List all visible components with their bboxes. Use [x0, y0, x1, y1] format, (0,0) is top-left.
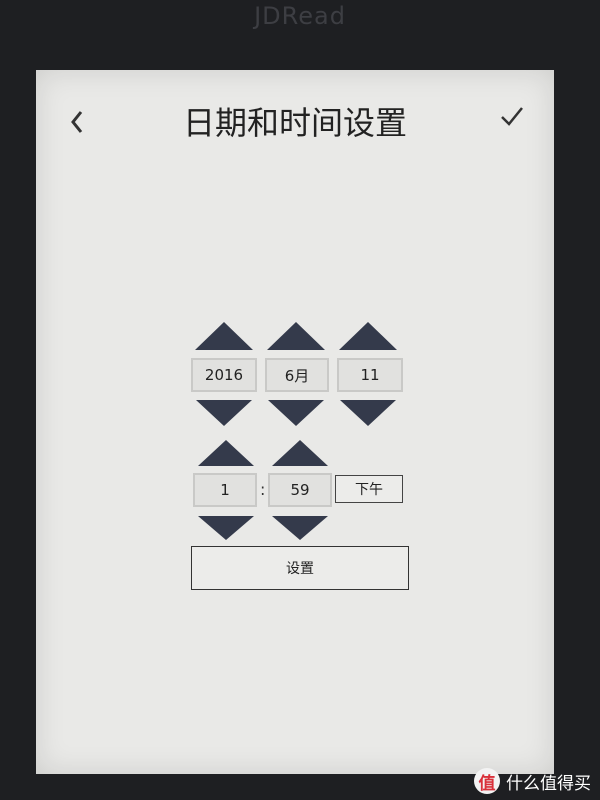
triangle-up-icon: [198, 440, 254, 466]
am-pm-toggle[interactable]: 下午: [335, 475, 403, 503]
checkmark-icon: [501, 107, 523, 126]
watermark-text: 什么值得买: [506, 773, 591, 794]
confirm-button[interactable]: [498, 102, 526, 130]
minute-field[interactable]: 59: [268, 473, 332, 507]
set-button[interactable]: 设置: [191, 546, 409, 590]
eink-screen: 日期和时间设置 2016 6月 11 1 : 59 下午 设置: [36, 70, 554, 774]
month-field[interactable]: 6月: [265, 358, 329, 392]
triangle-down-icon: [198, 516, 254, 540]
year-down-button[interactable]: [196, 400, 252, 426]
page-title: 日期和时间设置: [182, 104, 407, 142]
minute-down-button[interactable]: [272, 516, 328, 540]
triangle-down-icon: [196, 400, 252, 426]
device-brand-logo: JDRead: [254, 2, 346, 30]
hour-field[interactable]: 1: [193, 473, 257, 507]
day-field[interactable]: 11: [337, 358, 403, 392]
triangle-up-icon: [267, 322, 325, 350]
hour-up-button[interactable]: [198, 440, 254, 466]
time-separator: :: [260, 480, 266, 499]
triangle-down-icon: [340, 400, 396, 426]
triangle-down-icon: [268, 400, 324, 426]
year-field[interactable]: 2016: [191, 358, 257, 392]
triangle-up-icon: [339, 322, 397, 350]
minute-up-button[interactable]: [272, 440, 328, 466]
watermark-logo: 值: [474, 768, 500, 794]
month-up-button[interactable]: [267, 322, 325, 350]
triangle-down-icon: [272, 516, 328, 540]
day-up-button[interactable]: [339, 322, 397, 350]
year-up-button[interactable]: [195, 322, 253, 350]
watermark: 值 什么值得买: [474, 766, 591, 796]
day-down-button[interactable]: [340, 400, 396, 426]
triangle-up-icon: [272, 440, 328, 466]
triangle-up-icon: [195, 322, 253, 350]
hour-down-button[interactable]: [198, 516, 254, 540]
month-down-button[interactable]: [268, 400, 324, 426]
